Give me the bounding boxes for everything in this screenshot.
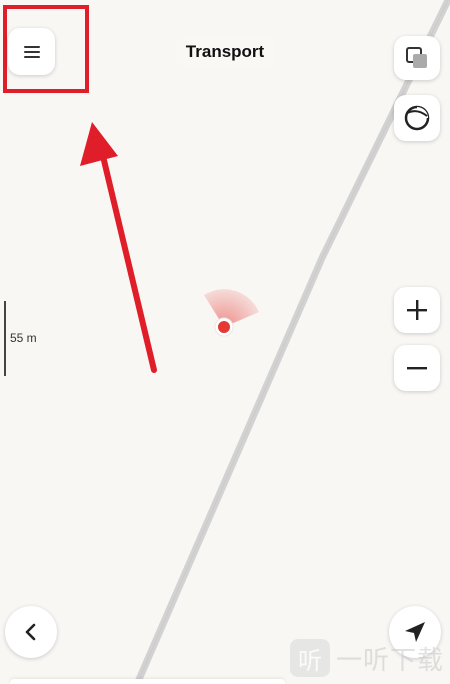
scale-bar [4, 301, 6, 376]
chevron-left-icon [24, 623, 38, 641]
layers-icon [405, 46, 429, 70]
map-canvas[interactable] [0, 0, 450, 684]
map-layer [80, 0, 450, 684]
hamburger-menu-icon [23, 45, 41, 59]
layers-button[interactable] [394, 36, 440, 80]
compass-button[interactable] [394, 95, 440, 141]
menu-button[interactable] [8, 28, 55, 75]
bottom-sheet-handle[interactable] [10, 679, 285, 684]
compass-icon [403, 104, 431, 132]
annotation-arrow [80, 122, 157, 373]
back-button[interactable] [5, 606, 57, 658]
watermark: 听 一听下载 [290, 638, 444, 678]
watermark-text: 一听下载 [336, 645, 445, 676]
plus-icon [406, 299, 428, 321]
scale-label: 55 m [10, 331, 37, 345]
watermark-logo: 听 [290, 639, 330, 677]
page-title: Transport [175, 38, 275, 66]
zoom-in-button[interactable] [394, 287, 440, 333]
zoom-out-button[interactable] [394, 345, 440, 391]
minus-icon [406, 357, 428, 379]
